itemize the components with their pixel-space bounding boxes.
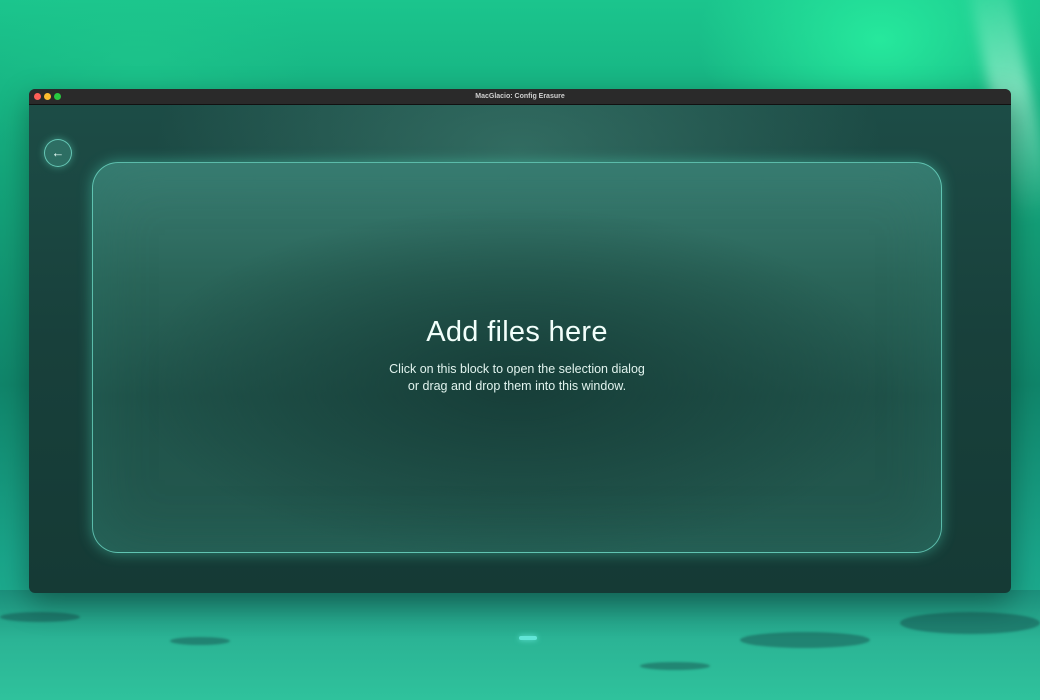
window-titlebar[interactable]: MacGlacio: Config Erasure: [29, 89, 1011, 105]
back-button[interactable]: ←: [44, 139, 72, 167]
file-dropzone[interactable]: Add files here Click on this block to op…: [92, 162, 942, 553]
rock: [640, 662, 710, 670]
rock: [0, 612, 80, 622]
rock: [170, 637, 230, 645]
rock: [900, 612, 1040, 634]
arrow-left-icon: ←: [51, 145, 65, 160]
window-title: MacGlacio: Config Erasure: [475, 93, 565, 100]
window-content: ← Add files here Click on this block to …: [29, 105, 1011, 593]
app-window: MacGlacio: Config Erasure ← Add files he…: [29, 89, 1011, 593]
dropzone-instruction-line-2: or drag and drop them into this window.: [407, 379, 627, 393]
rock: [740, 632, 870, 648]
desktop-floor: [0, 590, 1040, 700]
dock-indicator: [519, 636, 537, 640]
dropzone-title: Add files here: [426, 316, 608, 348]
dropzone-instruction-line-1: Click on this block to open the selectio…: [389, 362, 645, 376]
